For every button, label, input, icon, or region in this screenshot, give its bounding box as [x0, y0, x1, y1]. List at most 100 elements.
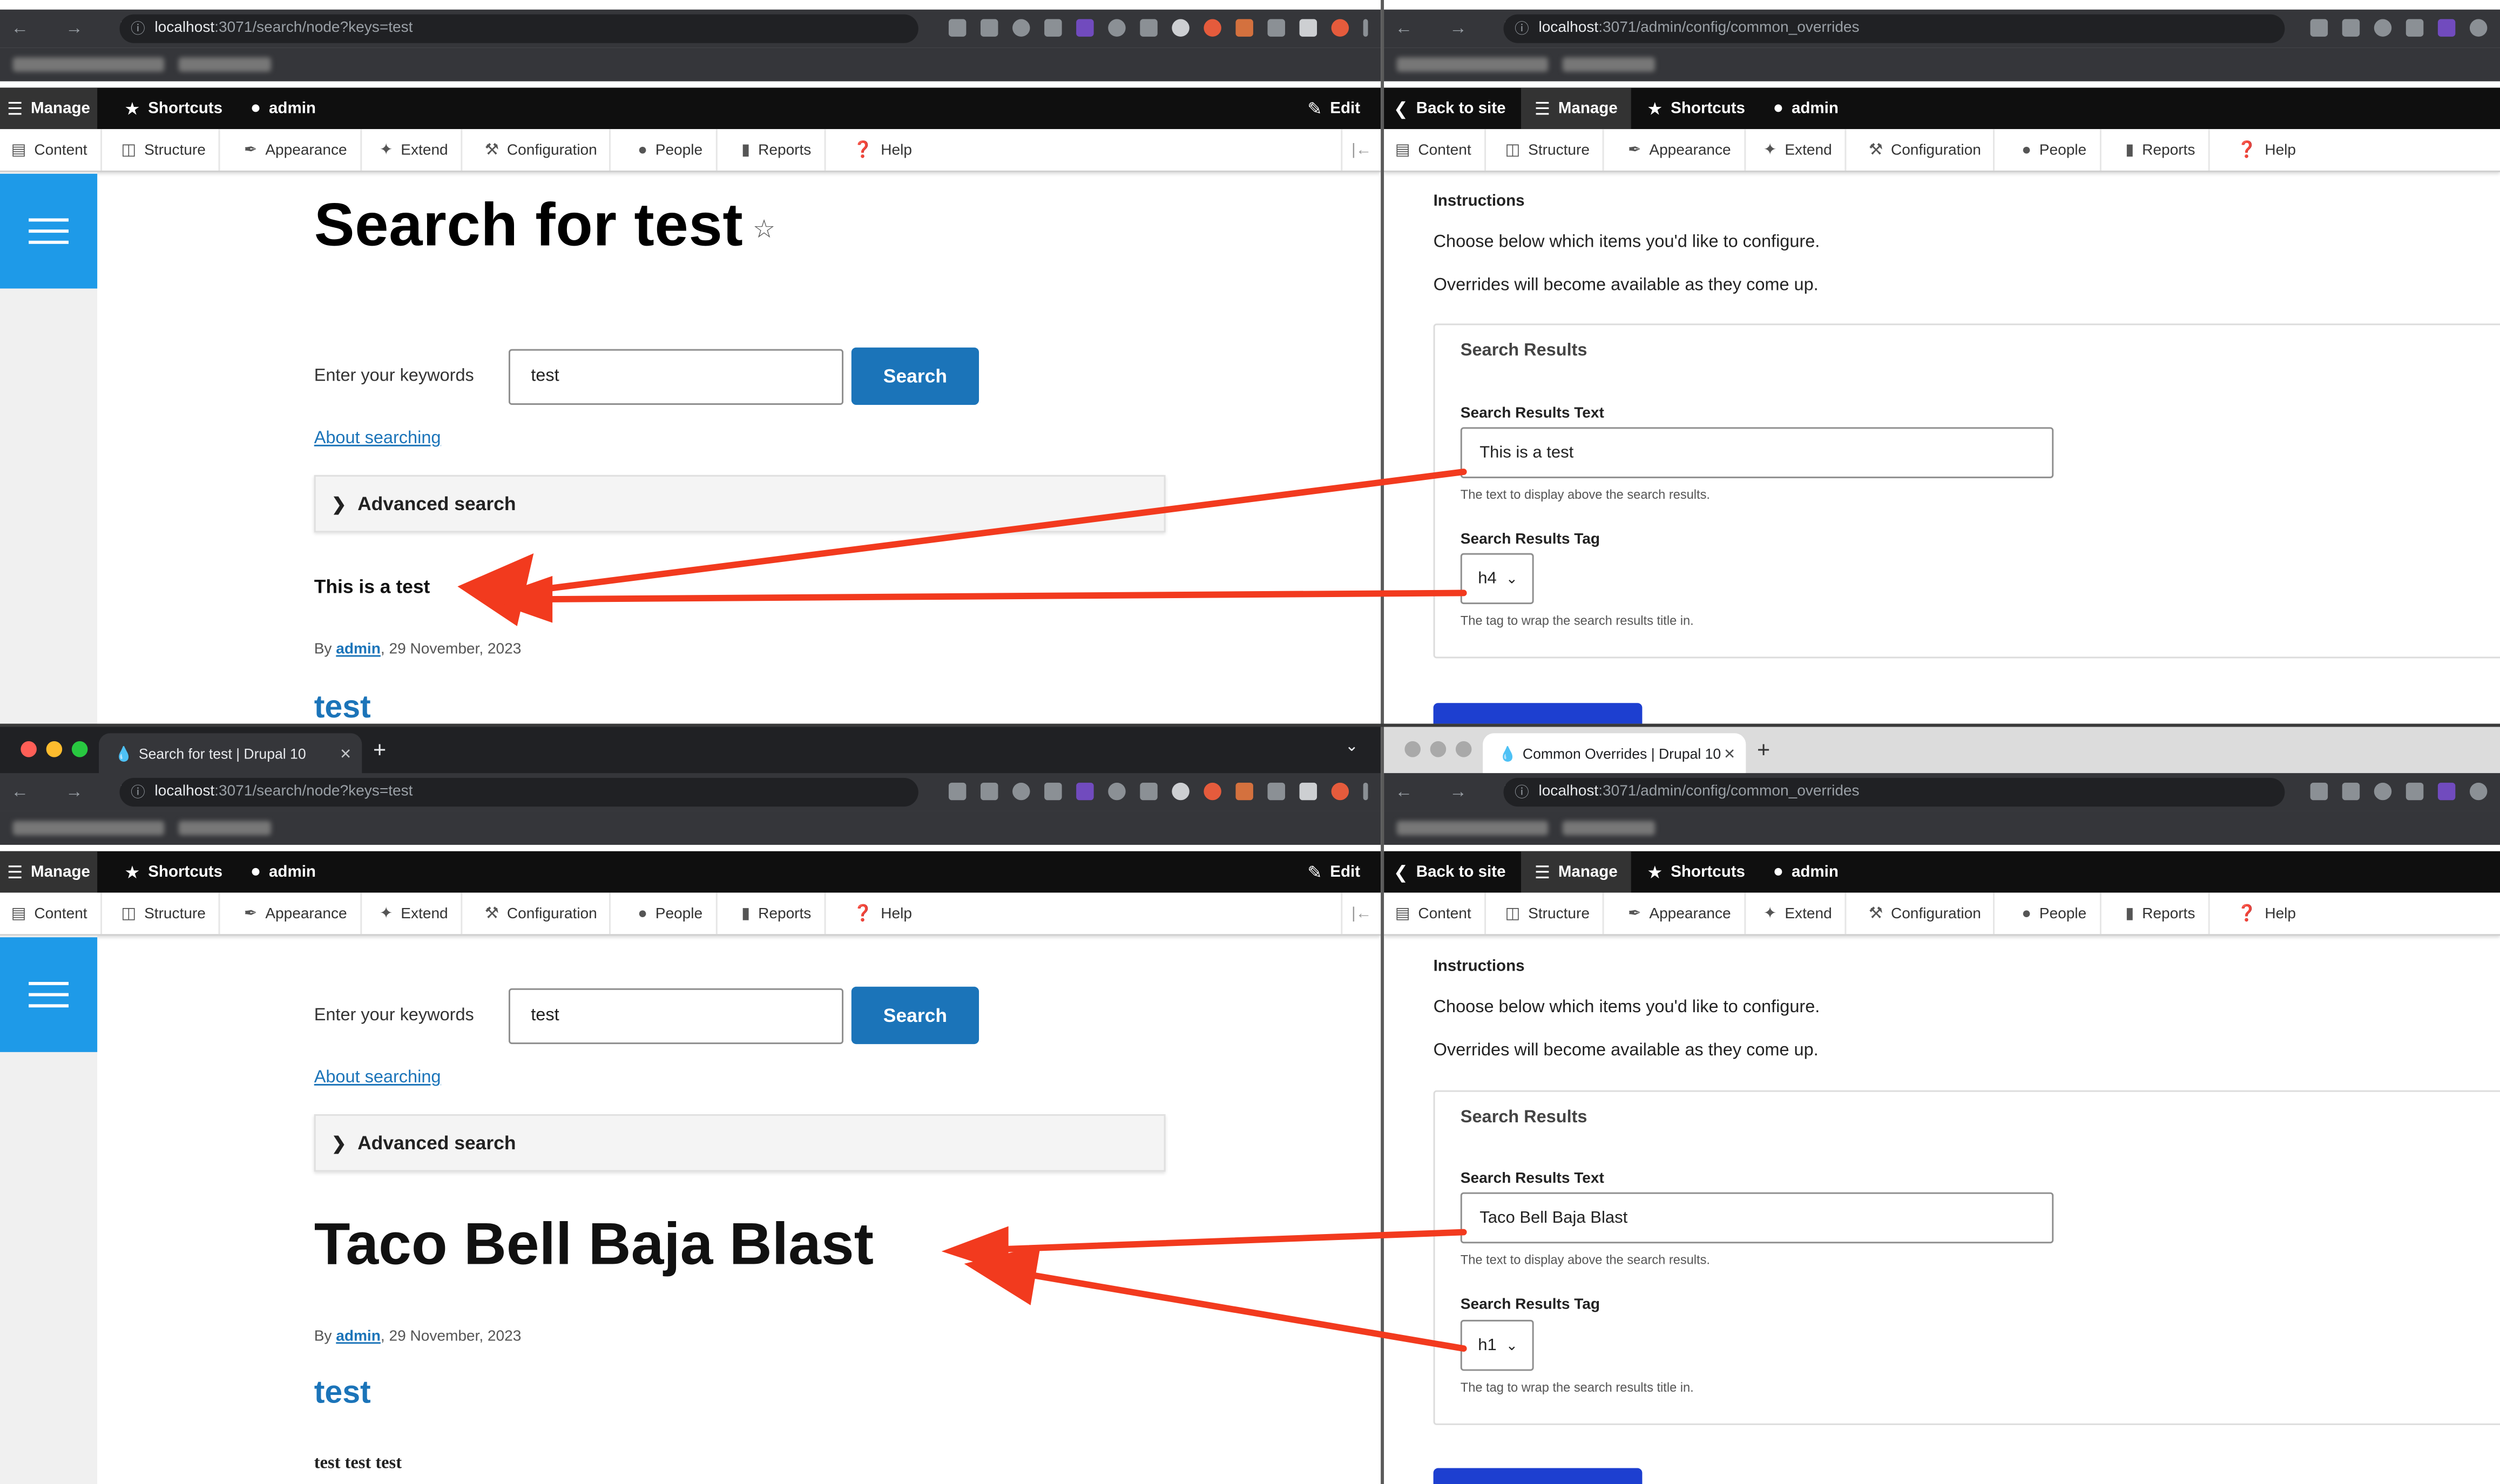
- menu-content[interactable]: ▤ Content: [0, 129, 102, 171]
- url-field[interactable]: ⓘ localhost:3071/search/node?keys=test: [119, 14, 918, 43]
- extension-dots-icon[interactable]: [2406, 19, 2424, 37]
- pin-orientation-icon[interactable]: |←: [1341, 892, 1381, 934]
- toolbar-user[interactable]: ● admin: [1773, 87, 1839, 129]
- author-link[interactable]: admin: [336, 1328, 381, 1345]
- tab-search-chevron-icon[interactable]: ⌄: [1345, 738, 1359, 755]
- extension-dots-icon[interactable]: [1044, 19, 1062, 37]
- react-icon[interactable]: [1108, 782, 1126, 801]
- extension-dots-icon[interactable]: [1044, 782, 1062, 801]
- close-tab-icon[interactable]: ✕: [1724, 745, 1746, 762]
- advanced-search-toggle[interactable]: ❯ Advanced search: [314, 475, 1166, 533]
- results-text-input[interactable]: This is a test: [1460, 427, 2054, 478]
- bookmark-blurred[interactable]: [178, 821, 271, 836]
- extension-gear-icon[interactable]: [2374, 19, 2392, 37]
- author-link[interactable]: admin: [336, 641, 381, 658]
- extension-badge-icon[interactable]: [2437, 782, 2456, 801]
- puzzle-icon[interactable]: [1267, 782, 1285, 801]
- bookmark-blurred[interactable]: [1562, 57, 1656, 72]
- save-configuration-button[interactable]: [1433, 703, 1643, 724]
- bookmark-blurred[interactable]: [1396, 821, 1549, 836]
- extension-badge-icon[interactable]: [1076, 19, 1094, 37]
- hamburger-menu-button[interactable]: [0, 937, 98, 1052]
- save-configuration-button[interactable]: [1433, 1468, 1643, 1484]
- menu-reports[interactable]: ▮ Reports: [730, 129, 826, 171]
- bookmark-star-icon[interactable]: [2342, 19, 2360, 37]
- menu-extend[interactable]: ✦ Extend: [368, 892, 463, 934]
- menu-configuration[interactable]: ⚒ Configuration: [474, 129, 612, 171]
- toolbar-shortcuts[interactable]: ★ Shortcuts: [1647, 851, 1745, 893]
- menu-structure[interactable]: ◫ Structure: [110, 892, 220, 934]
- ublock-icon[interactable]: [1204, 782, 1221, 801]
- zoom-window-button[interactable]: [71, 741, 88, 757]
- menu-people[interactable]: ● People: [626, 892, 717, 934]
- minimize-window-button[interactable]: [46, 741, 63, 757]
- react-icon[interactable]: [1108, 19, 1126, 37]
- menu-reports[interactable]: ▮ Reports: [2114, 892, 2210, 934]
- about-searching-link[interactable]: About searching: [314, 1068, 441, 1087]
- menu-people[interactable]: ● People: [626, 129, 717, 171]
- extension-orange-icon[interactable]: [1235, 782, 1253, 801]
- menu-extend[interactable]: ✦ Extend: [368, 129, 463, 171]
- toolbar-shortcuts[interactable]: ★ Shortcuts: [1647, 87, 1745, 129]
- menu-extend[interactable]: ✦ Extend: [1752, 892, 1847, 934]
- menu-appearance[interactable]: ✒ Appearance: [1617, 892, 1746, 934]
- url-field[interactable]: ⓘ localhost:3071/search/node?keys=test: [119, 777, 918, 807]
- browser-tab[interactable]: 💧 Common Overrides | Drupal 10 ✕: [1483, 733, 1746, 775]
- toolbar-user[interactable]: ● admin: [251, 87, 316, 129]
- toolbar-user[interactable]: ● admin: [1773, 851, 1839, 893]
- menu-people[interactable]: ● People: [2010, 892, 2101, 934]
- extension-gear-icon[interactable]: [1012, 19, 1030, 37]
- react-icon[interactable]: [2469, 19, 2488, 37]
- bookmark-blurred[interactable]: [1562, 821, 1656, 836]
- toolbar-back-to-site[interactable]: ❮ Back to site: [1394, 851, 1506, 893]
- puzzle-icon[interactable]: [1267, 19, 1285, 37]
- toolbar-manage[interactable]: ☰ Manage: [0, 87, 98, 130]
- toolbar-edit[interactable]: ✎ Edit: [1307, 851, 1360, 893]
- extension-dots-icon[interactable]: [2406, 782, 2424, 801]
- menu-configuration[interactable]: ⚒ Configuration: [1857, 892, 1996, 934]
- menu-extend[interactable]: ✦ Extend: [1752, 129, 1847, 171]
- menu-structure[interactable]: ◫ Structure: [110, 129, 220, 171]
- share-icon[interactable]: [2310, 782, 2328, 801]
- results-tag-select[interactable]: h1 ⌄: [1460, 1319, 1534, 1371]
- menu-content[interactable]: ▤ Content: [0, 892, 102, 934]
- menu-reports[interactable]: ▮ Reports: [2114, 129, 2210, 171]
- menu-appearance[interactable]: ✒ Appearance: [233, 129, 362, 171]
- menu-people[interactable]: ● People: [2010, 129, 2101, 171]
- close-window-button[interactable]: [1404, 741, 1421, 757]
- url-field[interactable]: ⓘ localhost:3071/admin/config/common_over…: [1503, 14, 2285, 43]
- menu-structure[interactable]: ◫ Structure: [1494, 892, 1604, 934]
- share-icon[interactable]: [2310, 19, 2328, 37]
- bookmark-star-icon[interactable]: [980, 782, 998, 801]
- menu-help[interactable]: ❓ Help: [842, 129, 925, 171]
- menu-structure[interactable]: ◫ Structure: [1494, 129, 1604, 171]
- toolbar-shortcuts[interactable]: ★ Shortcuts: [124, 87, 222, 129]
- extension-gear-icon[interactable]: [2374, 782, 2392, 801]
- extension-gear-icon[interactable]: [1012, 782, 1030, 801]
- menu-configuration[interactable]: ⚒ Configuration: [474, 892, 612, 934]
- zoom-window-button[interactable]: [1455, 741, 1472, 757]
- menu-kebab-icon[interactable]: [1363, 782, 1368, 801]
- extension-circle-icon[interactable]: [1172, 782, 1190, 801]
- extension-orange-icon[interactable]: [1235, 19, 1253, 37]
- keywords-input[interactable]: test: [508, 349, 844, 405]
- favorite-star-icon[interactable]: ☆: [753, 216, 776, 243]
- ublock-icon[interactable]: [1204, 19, 1221, 37]
- bookmark-blurred[interactable]: [12, 57, 165, 72]
- close-tab-icon[interactable]: ✕: [340, 745, 362, 762]
- menu-help[interactable]: ❓ Help: [2226, 893, 2309, 934]
- vue-icon[interactable]: [1140, 782, 1158, 801]
- close-window-button[interactable]: [21, 741, 37, 757]
- menu-reports[interactable]: ▮ Reports: [730, 892, 826, 934]
- extension-circle-icon[interactable]: [1172, 19, 1190, 37]
- about-searching-link[interactable]: About searching: [314, 429, 441, 448]
- share-icon[interactable]: [948, 19, 967, 37]
- toolbar-user[interactable]: ● admin: [251, 851, 316, 893]
- sidepanel-icon[interactable]: [1299, 782, 1317, 801]
- bookmark-blurred[interactable]: [1396, 57, 1549, 72]
- react-icon[interactable]: [2469, 782, 2488, 801]
- new-tab-button[interactable]: +: [373, 738, 386, 760]
- extension-badge-icon[interactable]: [1076, 782, 1094, 801]
- profile-avatar-icon[interactable]: [1331, 19, 1349, 37]
- pin-orientation-icon[interactable]: |←: [1341, 129, 1381, 171]
